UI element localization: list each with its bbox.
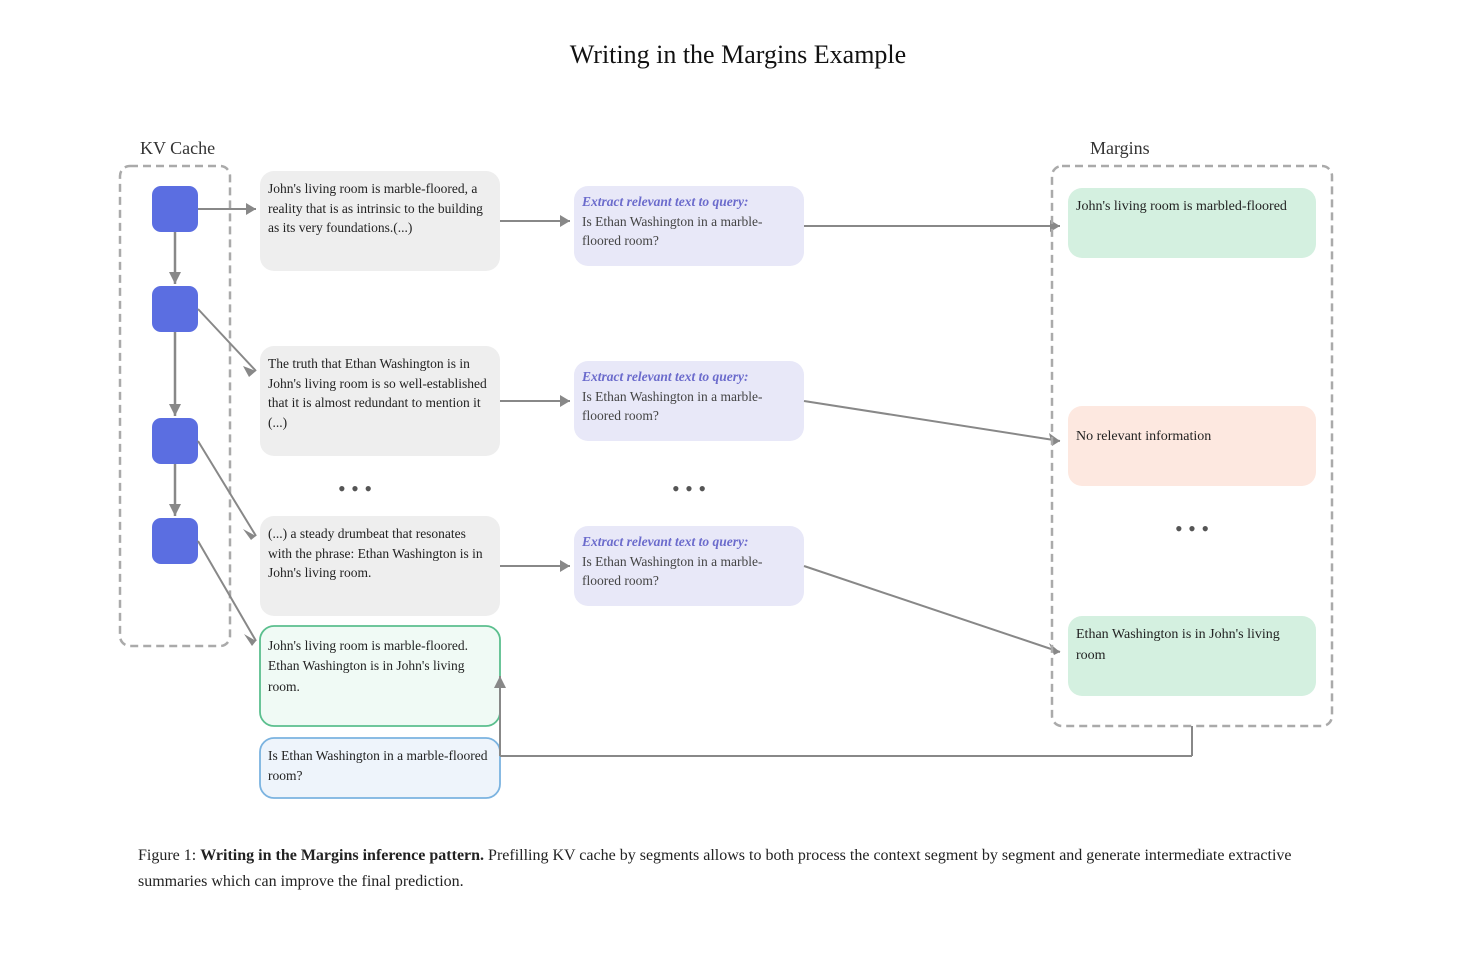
extract-box-2: Extract relevant text to query:Is Ethan … bbox=[582, 367, 796, 426]
dots-1: • • • bbox=[338, 476, 372, 501]
page-title: Writing in the Margins Example bbox=[570, 40, 906, 70]
caption-figure: Figure 1: bbox=[138, 847, 196, 864]
text-box-3: (...) a steady drumbeat that resonates w… bbox=[268, 524, 492, 583]
text-box-5: Is Ethan Washington in a marble-floored … bbox=[268, 746, 492, 785]
margin-result-3: Ethan Washington is in John's living roo… bbox=[1076, 624, 1308, 666]
dots-2: • • • bbox=[672, 476, 706, 501]
dots-3: • • • bbox=[1175, 516, 1209, 541]
margin-result-2: No relevant information bbox=[1076, 426, 1308, 447]
kvcache-label: KV Cache bbox=[140, 138, 215, 158]
margins-label: Margins bbox=[1090, 138, 1150, 158]
extract-box-1: Extract relevant text to query:Is Ethan … bbox=[582, 192, 796, 251]
text-box-2: The truth that Ethan Washington is in Jo… bbox=[268, 354, 492, 432]
diagram: KV Cache Margins bbox=[60, 106, 1416, 811]
margin-result-1: John's living room is marbled-floored bbox=[1076, 196, 1308, 217]
caption-bold: Writing in the Margins inference pattern… bbox=[200, 847, 484, 864]
text-box-1: John's living room is marble-floored, a … bbox=[268, 179, 492, 238]
extract-box-3: Extract relevant text to query:Is Ethan … bbox=[582, 532, 796, 591]
figure-caption: Figure 1: Writing in the Margins inferen… bbox=[138, 843, 1338, 894]
text-box-4: John's living room is marble-floored.Eth… bbox=[268, 636, 492, 697]
